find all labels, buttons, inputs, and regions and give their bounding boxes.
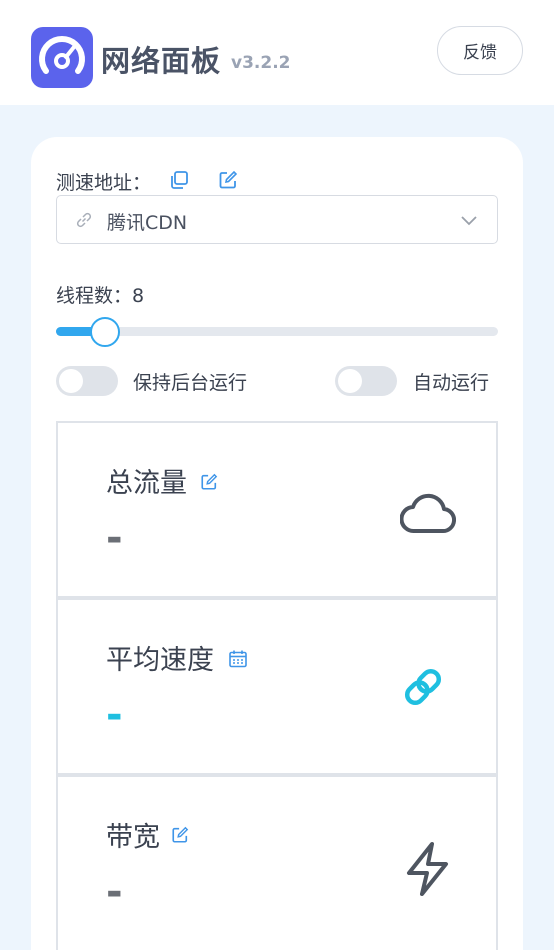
slider-handle[interactable] [90,317,120,347]
link-icon [400,664,446,714]
chevron-down-icon [460,213,478,232]
copy-icon[interactable] [169,170,189,194]
edit-icon[interactable] [171,826,189,848]
cloud-icon [399,491,457,539]
stat-value: - [106,515,123,561]
speed-url-select[interactable]: 腾讯CDN [56,195,498,244]
stat-title: 总流量 [106,468,187,499]
toggle-knob [338,369,362,393]
stat-card-total-traffic: 总流量 - [56,421,498,598]
edit-icon[interactable] [218,170,238,194]
app-header: 网络面板 v3.2.2 反馈 [0,0,554,105]
stat-title: 平均速度 [106,645,214,676]
threads-slider[interactable] [56,327,498,336]
speed-url-value: 腾讯CDN [107,212,188,234]
toggle-knob [59,369,83,393]
background-label: 保持后台运行 [133,372,248,394]
calendar-icon[interactable] [228,649,248,673]
speed-url-label: 测速地址： [56,172,152,194]
autorun-toggle[interactable] [335,366,397,396]
background-toggle[interactable] [56,366,118,396]
edit-icon[interactable] [200,473,218,495]
stat-card-average-speed: 平均速度 - [56,598,498,775]
app-title: 网络面板 [101,44,222,78]
feedback-button[interactable]: 反馈 [437,26,523,75]
stat-value: - [106,869,123,915]
link-icon [75,211,93,233]
speedometer-logo-icon [31,27,93,88]
stat-card-bandwidth: 带宽 - [56,775,498,950]
stat-title: 带宽 [106,822,160,853]
autorun-label: 自动运行 [413,372,490,394]
stat-value: - [106,692,123,738]
lightning-icon [403,841,453,901]
threads-label: 线程数：8 [56,285,145,307]
app-version: v3.2.2 [231,53,291,73]
